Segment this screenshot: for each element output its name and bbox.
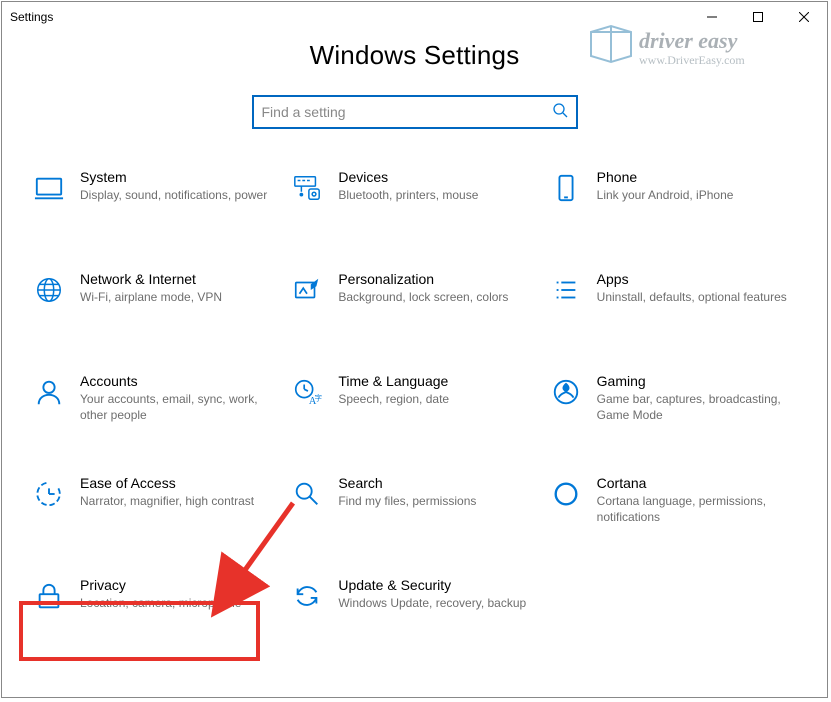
tile-network[interactable]: Network & Internet Wi-Fi, airplane mode,… bbox=[32, 271, 280, 329]
devices-icon bbox=[290, 171, 324, 205]
settings-grid: System Display, sound, notifications, po… bbox=[2, 169, 827, 665]
search-container bbox=[2, 95, 827, 129]
tile-desc: Find my files, permissions bbox=[338, 493, 476, 509]
settings-window: Settings Windows Settings bbox=[1, 1, 828, 698]
close-button[interactable] bbox=[781, 2, 827, 32]
maximize-button[interactable] bbox=[735, 2, 781, 32]
tile-desc: Uninstall, defaults, optional features bbox=[597, 289, 787, 305]
tile-title: Update & Security bbox=[338, 577, 526, 593]
tile-devices[interactable]: Devices Bluetooth, printers, mouse bbox=[290, 169, 538, 227]
tile-title: Gaming bbox=[597, 373, 789, 389]
tile-title: Cortana bbox=[597, 475, 789, 491]
tile-desc: Location, camera, microphone bbox=[80, 595, 241, 611]
time-language-icon: A字 bbox=[290, 375, 324, 409]
tile-desc: Game bar, captures, broadcasting, Game M… bbox=[597, 391, 789, 423]
tile-gaming[interactable]: Gaming Game bar, captures, broadcasting,… bbox=[549, 373, 797, 431]
tile-title: Phone bbox=[597, 169, 734, 185]
tile-privacy[interactable]: Privacy Location, camera, microphone bbox=[32, 577, 280, 635]
search-icon bbox=[552, 102, 568, 123]
update-security-icon bbox=[290, 579, 324, 613]
tile-title: System bbox=[80, 169, 267, 185]
tile-desc: Windows Update, recovery, backup bbox=[338, 595, 526, 611]
tile-cortana[interactable]: Cortana Cortana language, permissions, n… bbox=[549, 475, 797, 533]
tile-title: Apps bbox=[597, 271, 787, 287]
tile-desc: Speech, region, date bbox=[338, 391, 449, 407]
minimize-button[interactable] bbox=[689, 2, 735, 32]
apps-icon bbox=[549, 273, 583, 307]
tile-desc: Display, sound, notifications, power bbox=[80, 187, 267, 203]
tile-title: Time & Language bbox=[338, 373, 449, 389]
tile-update-security[interactable]: Update & Security Windows Update, recove… bbox=[290, 577, 538, 635]
privacy-icon bbox=[32, 579, 66, 613]
network-icon bbox=[32, 273, 66, 307]
tile-desc: Wi-Fi, airplane mode, VPN bbox=[80, 289, 222, 305]
phone-icon bbox=[549, 171, 583, 205]
tile-title: Ease of Access bbox=[80, 475, 254, 491]
page-title: Windows Settings bbox=[2, 40, 827, 71]
tile-title: Privacy bbox=[80, 577, 241, 593]
tile-desc: Background, lock screen, colors bbox=[338, 289, 508, 305]
tile-apps[interactable]: Apps Uninstall, defaults, optional featu… bbox=[549, 271, 797, 329]
tile-desc: Narrator, magnifier, high contrast bbox=[80, 493, 254, 509]
tile-desc: Bluetooth, printers, mouse bbox=[338, 187, 478, 203]
tile-desc: Your accounts, email, sync, work, other … bbox=[80, 391, 272, 423]
tile-title: Network & Internet bbox=[80, 271, 222, 287]
tile-desc: Link your Android, iPhone bbox=[597, 187, 734, 203]
titlebar: Settings bbox=[2, 2, 827, 32]
tile-title: Devices bbox=[338, 169, 478, 185]
accounts-icon bbox=[32, 375, 66, 409]
tile-desc: Cortana language, permissions, notificat… bbox=[597, 493, 789, 525]
tile-time-language[interactable]: A字 Time & Language Speech, region, date bbox=[290, 373, 538, 431]
svg-text:字: 字 bbox=[315, 392, 323, 402]
cortana-icon bbox=[549, 477, 583, 511]
window-title: Settings bbox=[10, 10, 53, 24]
system-icon bbox=[32, 171, 66, 205]
personalization-icon bbox=[290, 273, 324, 307]
window-controls bbox=[689, 2, 827, 32]
search-input[interactable] bbox=[262, 104, 552, 120]
search-category-icon bbox=[290, 477, 324, 511]
tile-accounts[interactable]: Accounts Your accounts, email, sync, wor… bbox=[32, 373, 280, 431]
gaming-icon bbox=[549, 375, 583, 409]
tile-system[interactable]: System Display, sound, notifications, po… bbox=[32, 169, 280, 227]
tile-ease-of-access[interactable]: Ease of Access Narrator, magnifier, high… bbox=[32, 475, 280, 533]
tile-phone[interactable]: Phone Link your Android, iPhone bbox=[549, 169, 797, 227]
ease-of-access-icon bbox=[32, 477, 66, 511]
tile-title: Search bbox=[338, 475, 476, 491]
tile-personalization[interactable]: Personalization Background, lock screen,… bbox=[290, 271, 538, 329]
search-box[interactable] bbox=[252, 95, 578, 129]
tile-title: Personalization bbox=[338, 271, 508, 287]
tile-title: Accounts bbox=[80, 373, 272, 389]
tile-search[interactable]: Search Find my files, permissions bbox=[290, 475, 538, 533]
